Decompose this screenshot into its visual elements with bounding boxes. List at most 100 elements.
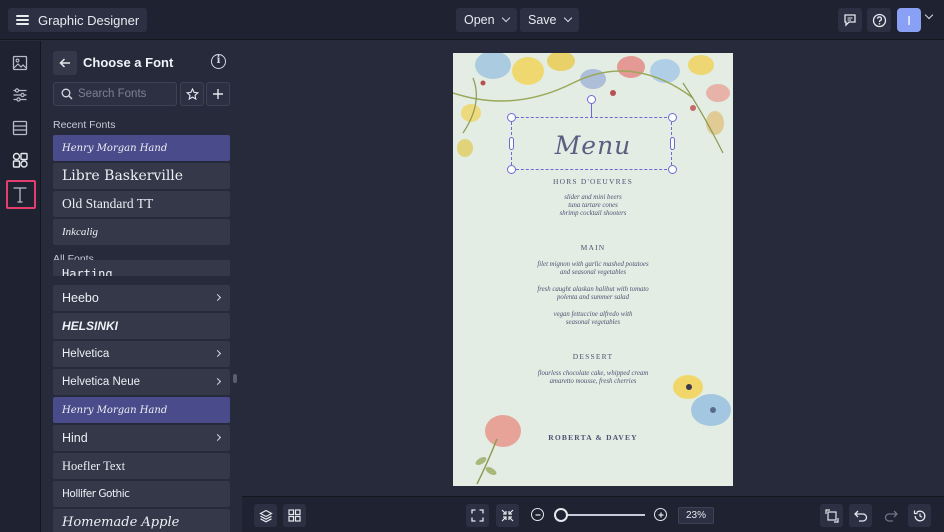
help-button[interactable] [867,8,891,32]
history-button[interactable] [908,504,931,527]
redo-icon [884,510,898,522]
font-item-hollifer-gothic[interactable]: Hollifer Gothic [53,481,230,507]
menu-item[interactable]: seasonal vegetables [453,319,733,328]
undo-button[interactable] [849,504,872,527]
zoom-out-button[interactable] [531,508,544,521]
favorites-button[interactable] [180,82,204,106]
zoom-slider-handle[interactable] [554,508,568,522]
hamburger-icon [16,15,29,25]
shapes-icon [12,152,28,168]
menu-item[interactable]: amaretto mousse, fresh cherries [453,378,733,387]
font-list-scrollbar[interactable] [233,374,237,383]
menu-item[interactable]: shrimp cocktail shooters [453,210,733,219]
resize-handle-bottom-left[interactable] [507,165,516,174]
sliders-icon [13,88,27,102]
menu-item[interactable]: polenta and summer salad [453,294,733,303]
panel-title: Choose a Font [83,55,174,70]
tool-rail [0,41,41,532]
arrow-left-icon [59,58,70,68]
zoom-slider-track[interactable] [558,514,645,516]
zoom-level-display[interactable]: 23% [678,507,714,524]
grid-icon [288,509,301,522]
section-heading-dessert[interactable]: DESSERT [453,352,733,361]
floral-bottom-left-decoration [475,415,521,485]
replace-button[interactable] [820,504,843,527]
app-title: Graphic Designer [38,12,140,28]
search-icon [61,88,73,100]
add-font-button[interactable] [206,82,230,106]
font-item-heebo[interactable]: Heebo [53,285,230,311]
font-item-hind[interactable]: Hind [53,425,230,451]
font-item-helvetica[interactable]: Helvetica [53,341,230,367]
fit-to-screen-button[interactable] [466,504,489,527]
open-label: Open [464,13,495,27]
grid-view-button[interactable] [283,504,306,527]
plus-icon [658,512,663,517]
rail-elements-button[interactable] [11,151,29,169]
layers-button[interactable] [254,504,277,527]
search-input[interactable] [78,83,174,105]
font-panel: Choose a Font i Recent Fonts Henry Morga… [42,41,242,532]
recent-font-inkcalig[interactable]: Inkcalig [53,219,230,245]
minus-icon [535,513,540,516]
history-icon [913,510,925,521]
chevron-right-icon [213,293,222,302]
app-menu-button[interactable]: Graphic Designer [8,8,148,32]
open-button[interactable]: Open [456,8,517,32]
save-button[interactable]: Save [520,8,579,32]
font-item-harting[interactable]: Harting [53,260,230,276]
plus-icon [213,89,223,99]
rail-images-button[interactable] [11,54,29,72]
info-icon[interactable]: i [211,54,226,69]
rail-text-button[interactable] [11,185,29,203]
recent-font-libre-baskerville[interactable]: Libre Baskerville [53,163,230,189]
font-item-homemade-apple[interactable]: Homemade Apple [53,509,230,532]
recent-font-old-standard-tt[interactable]: Old Standard TT [53,191,230,217]
chevron-right-icon [213,433,222,442]
help-icon [872,13,886,27]
comment-icon [844,14,856,27]
bottom-bar: 23% [242,496,944,532]
rail-adjust-button[interactable] [11,86,29,104]
font-item-helvetica-neue[interactable]: Helvetica Neue [53,369,230,395]
chevron-right-icon [213,377,222,386]
font-item-helsinki[interactable]: HELSINKI [53,313,230,339]
redo-button[interactable] [879,504,902,527]
resize-handle-bottom-right[interactable] [668,165,677,174]
font-item-henry-morgan-hand[interactable]: Henry Morgan Hand [53,397,230,423]
account-chevron-down-icon[interactable] [924,10,934,20]
menu-item[interactable]: and seasonal vegetables [453,269,733,278]
collapse-icon [501,509,514,522]
section-heading-main[interactable]: MAIN [453,243,733,252]
font-search-box[interactable] [53,82,177,106]
recent-fonts-label: Recent Fonts [53,119,116,131]
actual-size-button[interactable] [496,504,519,527]
rotate-handle-line [591,104,592,117]
resize-handle-top-left[interactable] [507,113,516,122]
comments-button[interactable] [838,8,862,32]
recent-font-henry-morgan-hand[interactable]: Henry Morgan Hand [53,135,230,161]
expand-icon [471,509,484,522]
back-button[interactable] [53,51,77,75]
zoom-in-button[interactable] [654,508,667,521]
star-icon [185,87,199,100]
save-label: Save [528,13,557,27]
top-bar: Graphic Designer Open Save I [0,0,944,40]
menu-title-text[interactable]: Menu [453,131,733,160]
rail-layout-button[interactable] [11,119,29,137]
chevron-down-icon [501,13,510,23]
rotate-handle[interactable] [587,95,596,104]
section-heading-hors-doeuvres[interactable]: HORS D'OEUVRES [453,177,733,186]
footer-names[interactable]: ROBERTA & DAVEY [453,433,733,442]
font-item-hoefler-text[interactable]: Hoefler Text [53,453,230,479]
layout-icon [12,120,28,136]
undo-icon [853,510,867,522]
image-icon [12,55,28,71]
user-avatar[interactable]: I [897,8,921,32]
text-icon [13,186,27,203]
menu-design-page[interactable]: Menu HORS D'OEUVRES slider and mini beer… [453,53,733,486]
swap-icon [824,508,839,523]
resize-handle-top-right[interactable] [668,113,677,122]
chevron-right-icon [213,349,222,358]
layers-icon [258,509,273,522]
